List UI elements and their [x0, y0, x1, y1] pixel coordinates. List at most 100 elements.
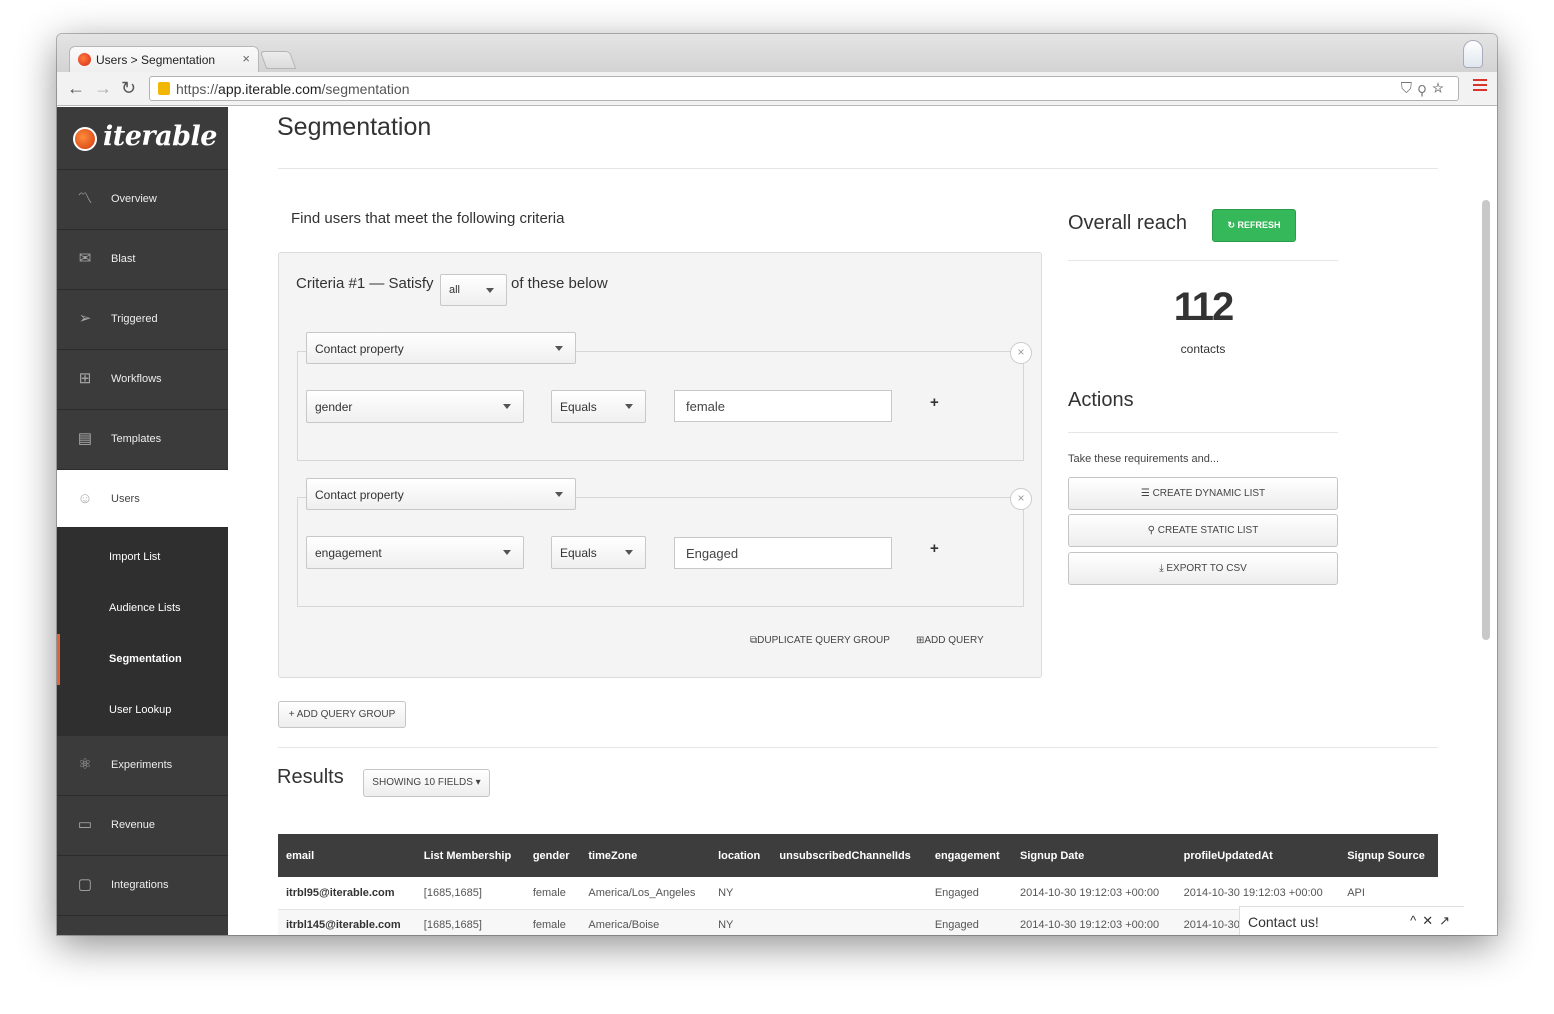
logo-text: iterable: [103, 121, 217, 152]
table-cell: API: [1339, 877, 1438, 910]
contact-us-label: Contact us!: [1248, 914, 1319, 930]
field-select[interactable]: gender: [306, 390, 524, 423]
logo[interactable]: iterable: [57, 107, 228, 170]
column-header[interactable]: location: [710, 834, 772, 877]
profile-icon[interactable]: [1463, 40, 1483, 68]
sidebar-subitem-audience-lists[interactable]: Audience Lists: [57, 583, 228, 634]
browser-toolbar: ← → ↻ https://app.iterable.com/segmentat…: [57, 72, 1497, 106]
query-group: Criteria #1 — Satisfy all of these below…: [278, 252, 1042, 678]
sidebar-item-workflows[interactable]: ⊞ Workflows: [57, 350, 228, 410]
reload-icon[interactable]: ↻: [121, 78, 136, 98]
divider: [278, 747, 1438, 748]
refresh-button[interactable]: ↻ REFRESH: [1212, 209, 1296, 242]
table-cell: [1685,1685]: [415, 877, 525, 910]
column-header[interactable]: Signup Date: [1012, 834, 1176, 877]
criteria-mode-value: all: [449, 284, 461, 296]
back-arrow-icon[interactable]: ←: [67, 78, 85, 98]
table-cell: [771, 909, 927, 935]
sidebar-subitem-label: Import List: [109, 551, 161, 563]
field-select[interactable]: engagement: [306, 536, 524, 569]
sidebar-item-revenue[interactable]: ▭ Revenue: [57, 796, 228, 856]
list-icon: ☰: [1140, 488, 1153, 499]
add-condition-icon[interactable]: +: [930, 394, 939, 411]
column-header[interactable]: Signup Source: [1339, 834, 1438, 877]
table-row[interactable]: itrbl95@iterable.com [1685,1685] female Ame…: [278, 877, 1438, 910]
forward-arrow-icon[interactable]: →: [94, 78, 112, 98]
table-cell: [771, 877, 927, 910]
sidebar-subitem-import-list[interactable]: Import List: [57, 532, 228, 583]
divider: [1068, 432, 1338, 433]
column-header[interactable]: gender: [524, 834, 581, 877]
table-cell: NY: [710, 877, 772, 910]
chevron-down-icon: [625, 404, 633, 409]
column-header[interactable]: engagement: [926, 834, 1013, 877]
value-input[interactable]: female: [674, 390, 892, 422]
column-header[interactable]: unsubscribedChannelIds: [771, 834, 927, 877]
actions-title: Actions: [1068, 389, 1134, 411]
sidebar-subitem-user-lookup[interactable]: User Lookup: [57, 685, 228, 736]
table-cell: itrbl95@iterable.com: [278, 877, 416, 910]
divider: [278, 168, 1438, 169]
table-cell: 2014-10-30 19:12:03 +00:00: [1175, 877, 1340, 910]
add-condition-icon[interactable]: +: [930, 540, 939, 557]
table-cell: female: [524, 877, 581, 910]
add-query-group-button[interactable]: + ADD QUERY GROUP: [278, 701, 406, 728]
users-submenu: Import List Audience Lists Segmentation Use…: [57, 528, 228, 736]
table-cell: female: [524, 909, 581, 935]
remove-query-icon[interactable]: ×: [1010, 342, 1032, 364]
source-select[interactable]: Contact property: [306, 478, 576, 510]
create-static-list-button[interactable]: ⚲ CREATE STATIC LIST: [1068, 514, 1338, 547]
criteria-mode-select[interactable]: all: [440, 274, 507, 306]
tab-strip: Users > Segmentation ×: [57, 34, 1497, 72]
window-icon: ▢: [77, 876, 93, 893]
contact-widget[interactable]: Contact us! ^✕↗: [1239, 906, 1464, 935]
create-static-label: CREATE STATIC LIST: [1157, 525, 1259, 536]
operator-select[interactable]: Equals: [551, 536, 646, 569]
scrollbar[interactable]: [1482, 200, 1490, 640]
paper-plane-icon: ➢: [78, 310, 92, 327]
showing-fields-dropdown[interactable]: SHOWING 10 FIELDS ▾: [363, 769, 490, 797]
remove-query-icon[interactable]: ×: [1010, 488, 1032, 510]
add-query-link[interactable]: ⊞ADD QUERY: [916, 635, 984, 646]
table-cell: itrbl145@iterable.com: [278, 909, 416, 935]
value-input[interactable]: Engaged: [674, 537, 892, 569]
sidebar-item-templates[interactable]: ▤ Templates: [57, 410, 228, 470]
reach-count-label: contacts: [1180, 342, 1226, 356]
browser-menu-icon[interactable]: [1473, 79, 1487, 93]
field-value: engagement: [315, 546, 382, 560]
users-icon: ☺: [77, 490, 93, 507]
sidebar-item-integrations[interactable]: ▢ Integrations: [57, 856, 228, 916]
sidebar-item-experiments[interactable]: ⚛ Experiments: [57, 736, 228, 796]
sidebar-item-label: Templates: [111, 433, 162, 445]
sidebar-item-label: Blast: [111, 253, 136, 265]
duplicate-label: DUPLICATE QUERY GROUP: [757, 635, 890, 646]
widget-controls[interactable]: ^✕↗: [1410, 913, 1456, 929]
chevron-down-icon: [486, 288, 494, 293]
source-select[interactable]: Contact property: [306, 332, 576, 364]
sidebar-item-users[interactable]: ☺ Users: [57, 470, 228, 528]
sidebar-item-blast[interactable]: ✉ Blast: [57, 230, 228, 290]
sidebar-item-overview[interactable]: 〽 Overview: [57, 170, 228, 230]
refresh-label: REFRESH: [1237, 220, 1281, 230]
table-cell: 2014-10-30 19:12:03 +00:00: [1012, 877, 1176, 910]
table-cell: NY: [710, 909, 772, 935]
address-bar[interactable]: https://app.iterable.com/segmentation ⛉⚲…: [149, 76, 1459, 101]
tab-close-icon[interactable]: ×: [242, 51, 250, 66]
operator-select[interactable]: Equals: [551, 390, 646, 423]
create-dynamic-label: CREATE DYNAMIC LIST: [1152, 488, 1266, 499]
column-header[interactable]: email: [278, 834, 416, 877]
export-csv-button[interactable]: ⤓ EXPORT TO CSV: [1068, 552, 1338, 585]
column-header[interactable]: List Membership: [415, 834, 525, 877]
duplicate-query-group-link[interactable]: ⧉DUPLICATE QUERY GROUP: [750, 635, 890, 646]
sidebar-subitem-segmentation[interactable]: Segmentation: [57, 634, 228, 685]
create-dynamic-list-button[interactable]: ☰ CREATE DYNAMIC LIST: [1068, 477, 1338, 510]
new-tab-button[interactable]: [259, 51, 297, 69]
results-title: Results: [277, 766, 344, 788]
sidebar-item-label: Users: [111, 493, 140, 505]
omnibox-icons[interactable]: ⛉⚲☆: [1401, 80, 1450, 97]
column-header[interactable]: profileUpdatedAt: [1175, 834, 1340, 877]
sidebar-item-triggered[interactable]: ➢ Triggered: [57, 290, 228, 350]
source-value: Contact property: [315, 342, 404, 356]
column-header[interactable]: timeZone: [580, 834, 711, 877]
browser-tab[interactable]: Users > Segmentation ×: [69, 46, 259, 72]
